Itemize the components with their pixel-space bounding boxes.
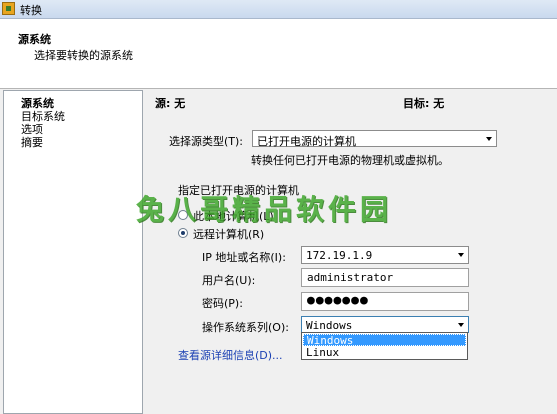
target-status: 目标: 无	[403, 97, 445, 110]
username-input[interactable]: administrator	[301, 268, 469, 287]
wizard-steps-nav: 源系统 目标系统 选项 摘要	[3, 90, 143, 414]
source-type-value: 已打开电源的计算机	[257, 135, 356, 148]
os-family-value: Windows	[306, 319, 353, 332]
window-title: 转换	[20, 4, 42, 17]
page-subtitle: 选择要转换的源系统	[34, 49, 133, 62]
chevron-down-icon	[486, 137, 492, 141]
watermark-text: 兔八哥精品软件园	[136, 193, 393, 226]
source-type-description: 转换任何已打开电源的物理机或虚拟机。	[251, 154, 449, 167]
os-family-dropdown-list: Windows Linux	[301, 332, 468, 360]
chevron-down-icon	[458, 323, 464, 327]
nav-item-target-system[interactable]: 目标系统	[21, 110, 65, 123]
password-label: 密码(P):	[202, 297, 243, 310]
wizard-header: 源系统 选择要转换的源系统	[0, 19, 557, 89]
os-option-linux[interactable]: Linux	[303, 347, 466, 359]
username-label: 用户名(U):	[202, 274, 256, 287]
source-type-label: 选择源类型(T):	[169, 135, 244, 148]
source-status: 源: 无	[155, 97, 186, 110]
os-family-label: 操作系统系列(O):	[202, 321, 289, 334]
ip-address-label: IP 地址或名称(I):	[202, 251, 286, 264]
os-option-windows[interactable]: Windows	[303, 334, 466, 347]
chevron-down-icon	[458, 253, 464, 257]
radio-remote-computer[interactable]	[178, 228, 188, 238]
view-source-details-link[interactable]: 查看源详细信息(D)...	[178, 347, 283, 363]
source-type-select[interactable]: 已打开电源的计算机	[252, 130, 497, 148]
page-title: 源系统	[18, 33, 51, 46]
nav-item-summary[interactable]: 摘要	[21, 136, 43, 149]
nav-item-source-system[interactable]: 源系统	[21, 97, 54, 110]
converter-app-icon	[2, 2, 15, 15]
nav-item-options[interactable]: 选项	[21, 123, 43, 136]
radio-remote-label[interactable]: 远程计算机(R)	[193, 226, 264, 242]
ip-address-value: 172.19.1.9	[306, 249, 373, 262]
window-titlebar: 转换	[0, 0, 557, 19]
password-input[interactable]: ●●●●●●●	[301, 292, 469, 311]
ip-address-combobox[interactable]: 172.19.1.9	[301, 246, 469, 264]
os-family-select[interactable]: Windows	[301, 316, 469, 333]
